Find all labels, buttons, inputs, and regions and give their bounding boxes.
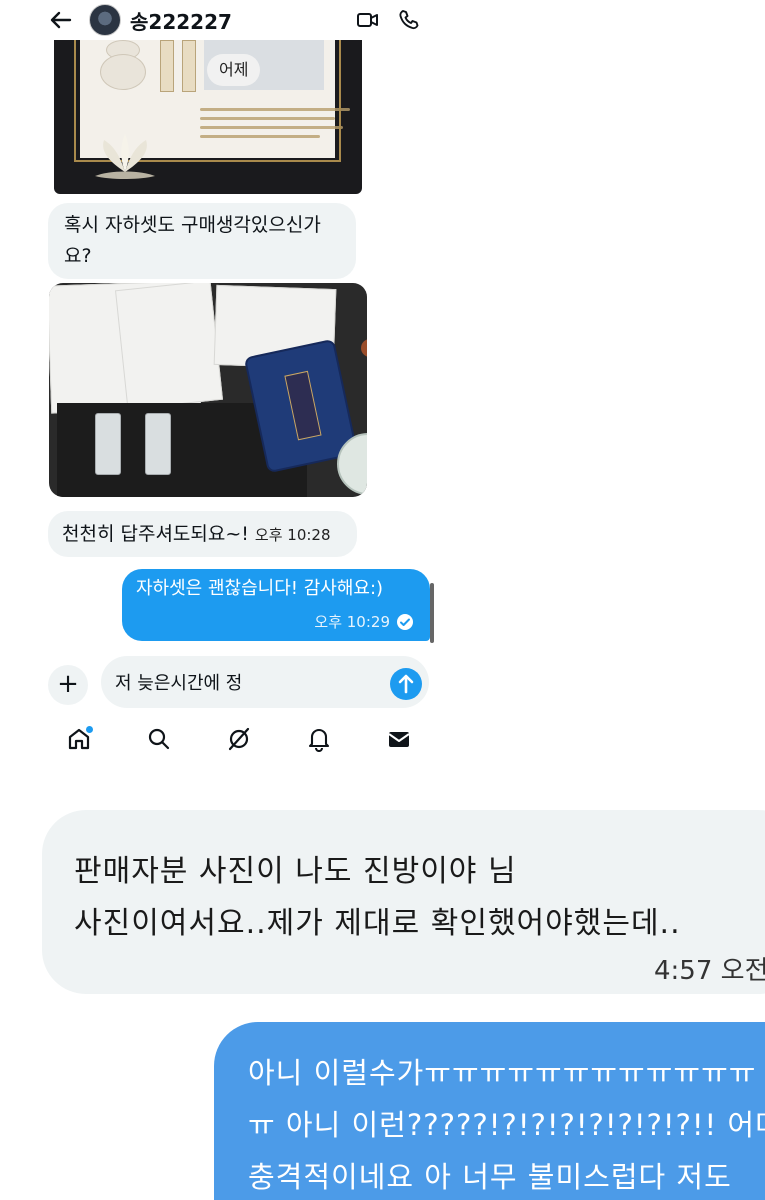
date-separator: 어제 xyxy=(207,54,261,86)
message-composer xyxy=(101,656,429,708)
search-icon[interactable] xyxy=(146,726,172,752)
back-arrow-icon[interactable] xyxy=(48,8,74,32)
video-call-icon[interactable] xyxy=(356,9,380,31)
message-text-line: 요? xyxy=(64,245,92,267)
avatar[interactable] xyxy=(89,4,121,36)
bead xyxy=(361,339,367,357)
message-text-line: 사진이여서요..제가 제대로 확인했어야했는데.. xyxy=(74,906,681,941)
message-timestamp: 오후 10:28 xyxy=(254,526,331,544)
message-timestamp: 4:57 오전 xyxy=(654,956,765,986)
bottom-navigation xyxy=(40,718,434,762)
message-text: 천천히 답주셔도되요~! xyxy=(62,523,249,545)
message-meta: 오후 10:29 xyxy=(314,611,414,632)
message-text: 자하셋은 괜찮습니다! 감사해요:) xyxy=(136,578,384,599)
image-message[interactable] xyxy=(49,283,367,497)
dm-conversation-screen: 송222227 어제 혹시 자하셋도 구매생각있으신가 요? 천천히 답주셔도되… xyxy=(0,0,440,798)
bottle xyxy=(95,413,121,475)
outgoing-message[interactable]: 자하셋은 괜찮습니다! 감사해요:) 오후 10:29 xyxy=(122,569,430,641)
message-input[interactable] xyxy=(115,668,385,696)
send-button[interactable] xyxy=(390,668,422,700)
manual-page xyxy=(114,283,224,410)
lotus-illustration xyxy=(95,134,155,179)
conversation-header: 송222227 xyxy=(0,0,440,40)
message-text-line: 아니 이럴수가ㅠㅠㅠㅠㅠㅠㅠㅠㅠㅠㅠㅠ xyxy=(248,1056,757,1090)
phone-call-icon[interactable] xyxy=(397,8,421,32)
incoming-message[interactable]: 천천히 답주셔도되요~! 오후 10:28 xyxy=(48,511,357,557)
message-text-line: 충격적이네요 아 너무 불미스럽다 저도 xyxy=(248,1160,732,1194)
notification-dot xyxy=(86,726,93,733)
incoming-message[interactable]: 판매자분 사진이 나도 진방이야 님 사진이여서요..제가 제대로 확인했어야했… xyxy=(42,810,765,994)
messages-icon[interactable] xyxy=(386,726,412,752)
incoming-message[interactable]: 혹시 자하셋도 구매생각있으신가 요? xyxy=(48,203,356,279)
message-text-line: 혹시 자하셋도 구매생각있으신가 xyxy=(64,214,321,236)
outgoing-message[interactable]: 아니 이럴수가ㅠㅠㅠㅠㅠㅠㅠㅠㅠㅠㅠㅠ ㅠ 아니 이런?????!?!?!?!?… xyxy=(214,1022,765,1200)
notifications-icon[interactable] xyxy=(306,726,332,752)
add-media-button[interactable]: + xyxy=(48,665,88,705)
message-text-line: 판매자분 사진이 나도 진방이야 님 xyxy=(74,854,517,889)
grok-icon[interactable] xyxy=(226,726,252,752)
read-check-icon xyxy=(397,613,413,630)
scrollbar[interactable] xyxy=(430,583,434,643)
contact-name[interactable]: 송222227 xyxy=(130,6,232,35)
message-timestamp: 오후 10:29 xyxy=(314,613,390,631)
message-text-line: ㅠ 아니 이런?????!?!?!?!?!?!?!?!! 어마 xyxy=(248,1108,765,1142)
zoomed-conversation: 판매자분 사진이 나도 진방이야 님 사진이여서요..제가 제대로 확인했어야했… xyxy=(0,798,765,1200)
bottle xyxy=(145,413,171,475)
arrow-up-icon xyxy=(398,674,414,694)
